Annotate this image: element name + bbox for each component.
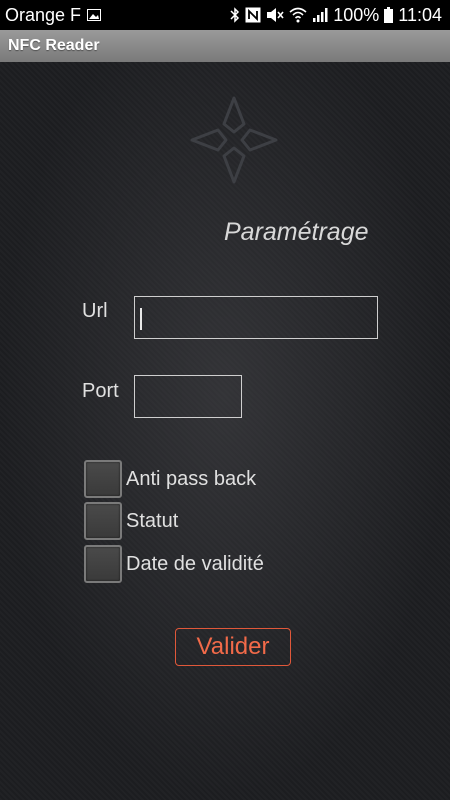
url-input[interactable] (134, 296, 378, 339)
anti-pass-back-checkbox[interactable] (84, 460, 122, 498)
clock: 11:04 (398, 4, 442, 25)
anti-pass-back-label: Anti pass back (126, 467, 257, 490)
signal-icon (312, 7, 328, 23)
settings-screen: Paramétrage Url Port Anti pass back Stat… (0, 62, 450, 800)
app-title: NFC Reader (8, 37, 100, 54)
checkbox-row-anti-pass-back[interactable]: Anti pass back (84, 460, 256, 498)
text-cursor (140, 308, 142, 330)
wifi-icon (289, 7, 307, 23)
compass-star-logo-icon (190, 96, 278, 184)
status-bar: Orange F 100% 11:04 (0, 0, 450, 30)
validate-button[interactable]: Valider (175, 628, 291, 666)
checkbox-row-date-de-validite[interactable]: Date de validité (84, 545, 264, 583)
url-label: Url (82, 300, 108, 322)
battery-percent: 100% (333, 4, 380, 25)
date-de-validite-label: Date de validité (126, 552, 264, 575)
port-label: Port (82, 380, 119, 402)
statut-checkbox[interactable] (84, 502, 122, 540)
date-de-validite-checkbox[interactable] (84, 545, 122, 583)
checkbox-row-statut[interactable]: Statut (84, 502, 178, 540)
carrier-label: Orange F (5, 4, 82, 25)
image-icon (87, 9, 102, 21)
battery-icon (384, 7, 394, 23)
page-title: Paramétrage (224, 218, 369, 246)
statut-label: Statut (126, 509, 179, 532)
nfc-icon (245, 7, 261, 23)
mute-icon (266, 7, 284, 23)
port-input[interactable] (134, 375, 242, 418)
action-bar: NFC Reader (0, 30, 450, 62)
bluetooth-icon (230, 7, 240, 23)
